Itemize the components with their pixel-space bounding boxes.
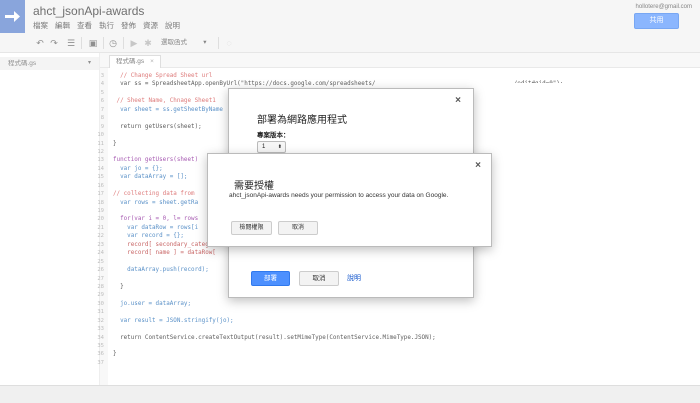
dialog-title: 需要授權 (234, 181, 274, 192)
project-version-label: 專案版本： (257, 132, 290, 139)
cancel-button[interactable]: 取消 (299, 271, 339, 286)
dialog-title: 部署為網路應用程式 (257, 115, 347, 126)
review-permissions-button[interactable]: 檢閱權限 (231, 221, 272, 235)
close-icon[interactable]: × (475, 160, 481, 171)
close-icon[interactable]: × (455, 95, 461, 106)
project-version-select[interactable]: 1 ⬍ (257, 141, 286, 153)
cancel-button[interactable]: 取消 (278, 221, 318, 235)
permission-message: ahct_jsonApi-awards needs your permissio… (229, 192, 449, 199)
authorization-dialog: 需要授權 × ahct_jsonApi-awards needs your pe… (207, 153, 492, 247)
deploy-button[interactable]: 部署 (251, 271, 290, 286)
help-link[interactable]: 說明 (347, 273, 361, 283)
project-version-value: 1 (262, 144, 266, 150)
chevron-updown-icon: ⬍ (277, 144, 282, 150)
